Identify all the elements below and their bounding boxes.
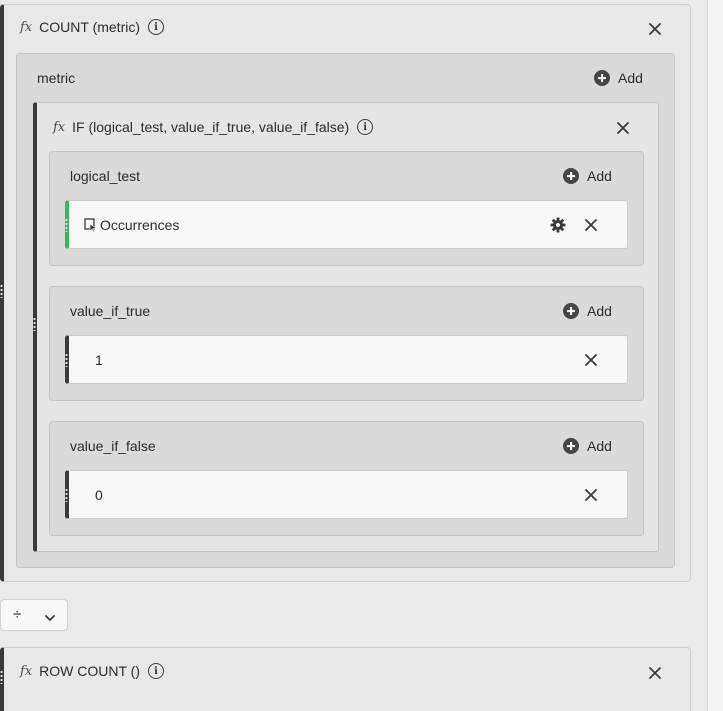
logical-test-label: logical_test — [70, 168, 141, 184]
plus-circle-icon — [594, 70, 610, 86]
row-count-function-name: ROW COUNT () — [39, 663, 140, 679]
close-icon[interactable] — [648, 666, 662, 680]
plus-circle-icon — [563, 303, 579, 319]
plus-circle-icon — [563, 438, 579, 454]
fx-icon: fx — [53, 119, 66, 135]
if-function-title: fx IF (logical_test, value_if_true, valu… — [53, 119, 374, 135]
value-if-false-value[interactable]: 0 — [95, 487, 103, 503]
operator-select[interactable]: ÷ — [0, 599, 68, 631]
logical-test-add-button[interactable]: Add — [563, 168, 612, 184]
plus-circle-icon — [563, 168, 579, 184]
add-button-label: Add — [618, 70, 643, 86]
value-if-true-item[interactable]: 1 — [65, 335, 628, 384]
logical-test-slot: logical_test Add Occurrences — [49, 151, 644, 266]
add-button-label: Add — [587, 303, 612, 319]
drag-handle-icon[interactable] — [0, 670, 3, 684]
occurrences-metric-item[interactable]: Occurrences — [65, 200, 628, 249]
if-function-card: fx IF (logical_test, value_if_true, valu… — [33, 102, 659, 552]
value-if-false-item[interactable]: 0 — [65, 470, 628, 519]
row-count-function-title: fx ROW COUNT () i — [20, 663, 164, 679]
value-if-false-label: value_if_false — [70, 438, 156, 454]
close-icon[interactable] — [584, 218, 598, 232]
if-function-name: IF (logical_test, value_if_true, value_i… — [72, 119, 350, 135]
right-scroll-strip — [707, 0, 723, 711]
info-icon[interactable]: i — [357, 119, 374, 135]
count-function-card: fx COUNT (metric) i metric Add fx IF (lo… — [0, 4, 691, 582]
close-icon[interactable] — [648, 22, 662, 36]
gear-icon[interactable] — [550, 217, 566, 233]
chevron-down-icon — [44, 610, 56, 628]
info-icon[interactable]: i — [148, 663, 164, 679]
occurrences-label: Occurrences — [100, 217, 180, 233]
value-if-false-add-button[interactable]: Add — [563, 438, 612, 454]
add-button-label: Add — [587, 438, 612, 454]
close-icon[interactable] — [616, 121, 630, 135]
count-function-title: fx COUNT (metric) i — [20, 19, 164, 35]
divide-operator: ÷ — [13, 606, 22, 623]
drag-handle-icon[interactable] — [65, 353, 68, 367]
row-count-function-card: fx ROW COUNT () i — [0, 647, 691, 711]
drag-handle-icon[interactable] — [65, 218, 68, 232]
value-if-true-add-button[interactable]: Add — [563, 303, 612, 319]
close-icon[interactable] — [584, 488, 598, 502]
metric-cursor-icon — [84, 218, 98, 237]
fx-icon: fx — [20, 19, 33, 35]
add-button-label: Add — [587, 168, 612, 184]
value-if-true-label: value_if_true — [70, 303, 151, 319]
metric-add-button[interactable]: Add — [594, 70, 643, 86]
metric-slot-label: metric — [37, 70, 76, 86]
drag-handle-icon[interactable] — [33, 317, 36, 331]
info-icon[interactable]: i — [148, 19, 164, 35]
value-if-true-slot: value_if_true Add 1 — [49, 286, 644, 401]
count-function-name: COUNT (metric) — [39, 19, 140, 35]
value-if-true-value[interactable]: 1 — [95, 352, 103, 368]
metric-slot: metric Add fx IF (logical_test, value_if… — [16, 53, 675, 568]
drag-handle-icon[interactable] — [0, 284, 3, 298]
close-icon[interactable] — [584, 353, 598, 367]
fx-icon: fx — [20, 663, 33, 679]
value-if-false-slot: value_if_false Add 0 — [49, 421, 644, 536]
drag-handle-icon[interactable] — [65, 488, 68, 502]
